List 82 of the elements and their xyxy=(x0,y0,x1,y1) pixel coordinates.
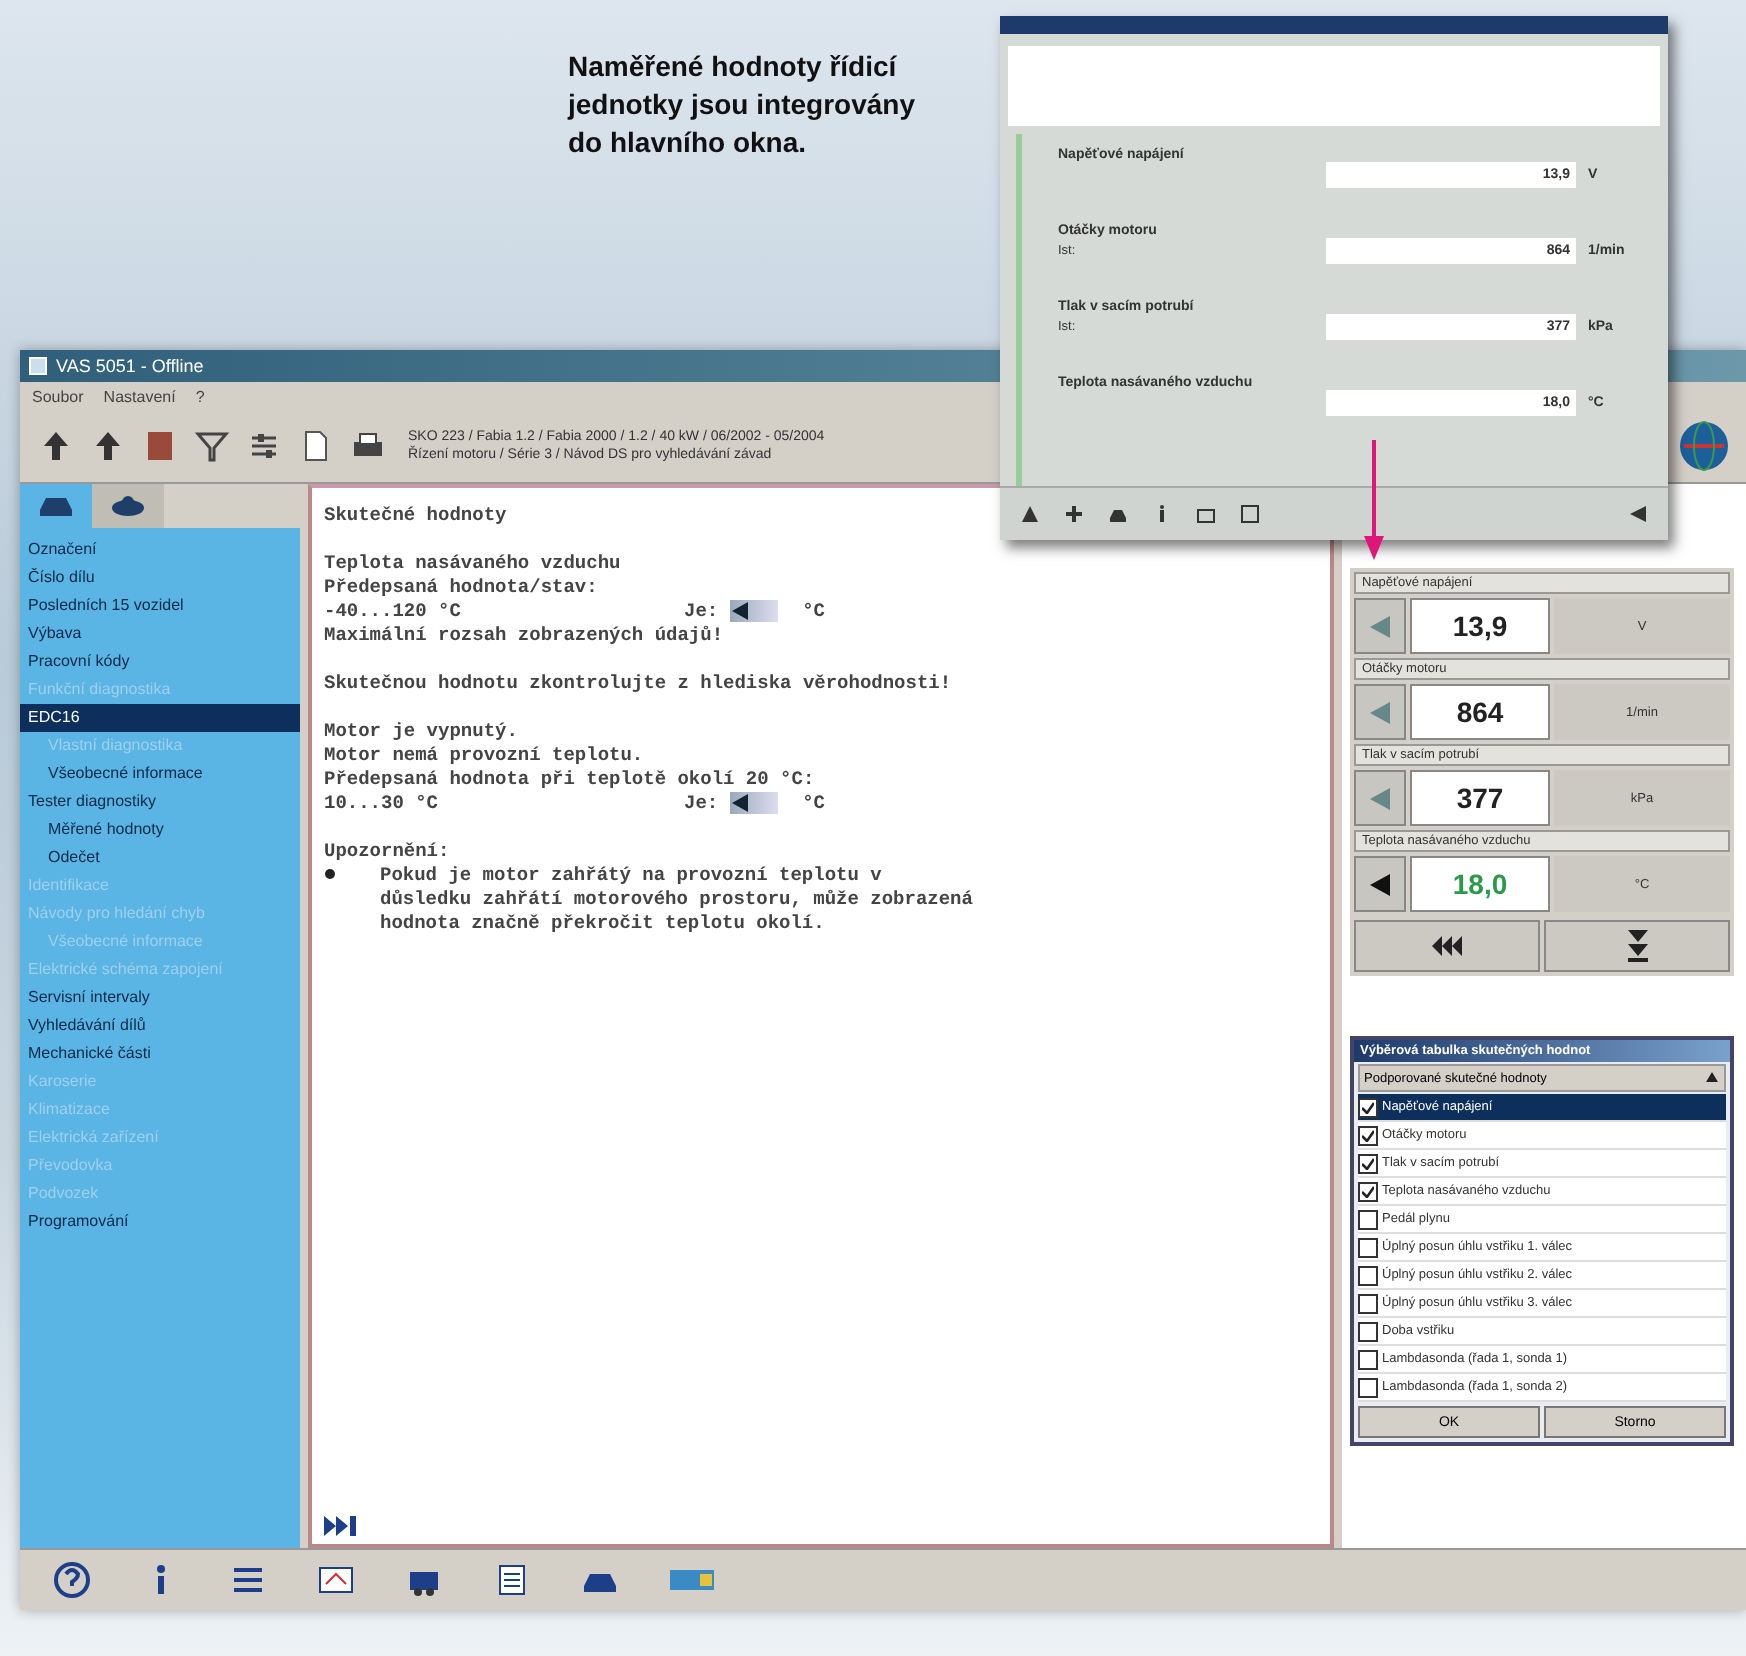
double-arrow-down-icon xyxy=(1627,930,1647,962)
checkbox[interactable] xyxy=(1358,1265,1378,1285)
document-text: Upozornění: xyxy=(324,840,452,864)
warning-text: Pokud je motor zahřátý na provozní teplotu v důsledku zahřátí motorového prostoru, může zobrazená hodnota značně překročit teplotu okolí. xyxy=(380,864,975,936)
check-icon xyxy=(1362,1157,1374,1169)
scroll-up-icon[interactable] xyxy=(1704,1070,1720,1086)
check-icon xyxy=(1362,1185,1374,1197)
document-text: Motor je vypnutý. xyxy=(324,720,520,744)
document-text: Teplota nasávaného vzduchu xyxy=(324,552,623,576)
sidebar-item[interactable]: Posledních 15 vozidel xyxy=(20,592,300,620)
document-text: Předepsaná hodnota/stav: xyxy=(324,576,600,600)
sidebar-item[interactable]: Měřené hodnoty xyxy=(20,816,300,844)
window-icon[interactable] xyxy=(1240,504,1260,524)
sidebar-item[interactable]: Vyhledávání dílů xyxy=(20,1012,300,1040)
rewind-icon xyxy=(1431,936,1463,956)
checkbox[interactable] xyxy=(1358,1125,1378,1145)
help-icon[interactable] xyxy=(52,1560,92,1600)
reading-label: Je: xyxy=(684,792,719,816)
sidebar-item[interactable]: EDC16 xyxy=(20,704,300,732)
document-text: Maximální rozsah zobrazených údajů! xyxy=(324,624,726,648)
range-text: 10...30 °C xyxy=(324,792,441,816)
check-icon xyxy=(1362,1101,1374,1113)
document-text: Skutečné hodnoty xyxy=(324,504,509,528)
window-title: VAS 5051 - Offline xyxy=(56,356,204,376)
arrow-up-icon[interactable] xyxy=(1020,504,1040,524)
menu-item[interactable]: ? xyxy=(195,387,205,405)
sidebar-item[interactable]: Tester diagnostiky xyxy=(20,788,300,816)
menu-item[interactable]: Soubor xyxy=(32,387,84,405)
value-display: 864 xyxy=(1410,684,1550,740)
car-icon[interactable] xyxy=(1108,504,1128,524)
caption-text: Naměřené hodnoty řídicí jednotky jsou integrovány do hlavního okna. xyxy=(568,48,917,162)
arrow-button[interactable] xyxy=(1354,856,1406,912)
checkbox[interactable] xyxy=(1358,1349,1378,1369)
rewind-button[interactable] xyxy=(1354,920,1540,972)
sidebar-tab[interactable] xyxy=(92,484,164,528)
unit-text: °C xyxy=(802,600,826,624)
arrow-left-icon xyxy=(1370,873,1390,895)
document-text: Skutečnou hodnotu zkontrolujte z hlediska věrohodnosti! xyxy=(324,672,954,696)
check-icon xyxy=(1362,1129,1374,1141)
arrow-left-icon[interactable] xyxy=(1628,504,1648,524)
sidebar-item[interactable]: Mechanické části xyxy=(20,1040,300,1068)
car-icon xyxy=(38,494,74,518)
plus-icon[interactable] xyxy=(1064,504,1084,524)
expand-button[interactable] xyxy=(1544,920,1730,972)
checkbox[interactable] xyxy=(1358,1293,1378,1313)
sidebar-item[interactable]: Servisní intervaly xyxy=(20,984,300,1012)
value-button[interactable] xyxy=(730,792,779,814)
arrow-left-icon xyxy=(1370,787,1390,809)
globe-icon[interactable] xyxy=(1678,420,1730,472)
checkbox[interactable] xyxy=(1358,1153,1378,1173)
sidebar-item[interactable]: Všeobecné informace xyxy=(20,760,300,788)
document-text: Předepsaná hodnota při teplotě okolí 20 °C: xyxy=(324,768,817,792)
value-display: 13,9 xyxy=(1410,598,1550,654)
value-display: 18,0 xyxy=(1410,856,1550,912)
sidebar-item[interactable]: Programování xyxy=(20,1208,300,1236)
value-display: 377 xyxy=(1410,770,1550,826)
document-text: Motor nemá provozní teplotu. xyxy=(324,744,646,768)
sidebar-item[interactable]: Výbava xyxy=(20,620,300,648)
app-icon xyxy=(28,356,48,376)
checkbox[interactable] xyxy=(1358,1237,1378,1257)
sidebar-item[interactable]: Odečet xyxy=(20,844,300,872)
cloud-icon xyxy=(110,494,146,518)
unit-text: °C xyxy=(802,792,826,816)
range-text: -40...120 °C xyxy=(324,600,463,624)
menu-item[interactable]: Nastavení xyxy=(103,387,176,405)
value-button[interactable] xyxy=(730,600,779,622)
checkbox[interactable] xyxy=(1358,1181,1378,1201)
checkbox[interactable] xyxy=(1358,1209,1378,1229)
fast-forward-icon[interactable] xyxy=(324,1516,356,1536)
sidebar-item[interactable]: Označení xyxy=(20,536,300,564)
sidebar-tab[interactable] xyxy=(20,484,92,528)
sidebar-item[interactable]: Pracovní kódy xyxy=(20,648,300,676)
arrow-left-icon xyxy=(1370,615,1390,637)
checkbox[interactable] xyxy=(1358,1097,1378,1117)
checkbox[interactable] xyxy=(1358,1321,1378,1341)
checkbox[interactable] xyxy=(1358,1377,1378,1397)
sidebar-item[interactable]: Číslo dílu xyxy=(20,564,300,592)
arrow-left-icon xyxy=(730,602,751,620)
pointer-arrow xyxy=(1362,440,1386,560)
arrow-left-icon xyxy=(1370,701,1390,723)
arrow-left-icon xyxy=(730,794,751,812)
reading-label: Je: xyxy=(684,600,719,624)
